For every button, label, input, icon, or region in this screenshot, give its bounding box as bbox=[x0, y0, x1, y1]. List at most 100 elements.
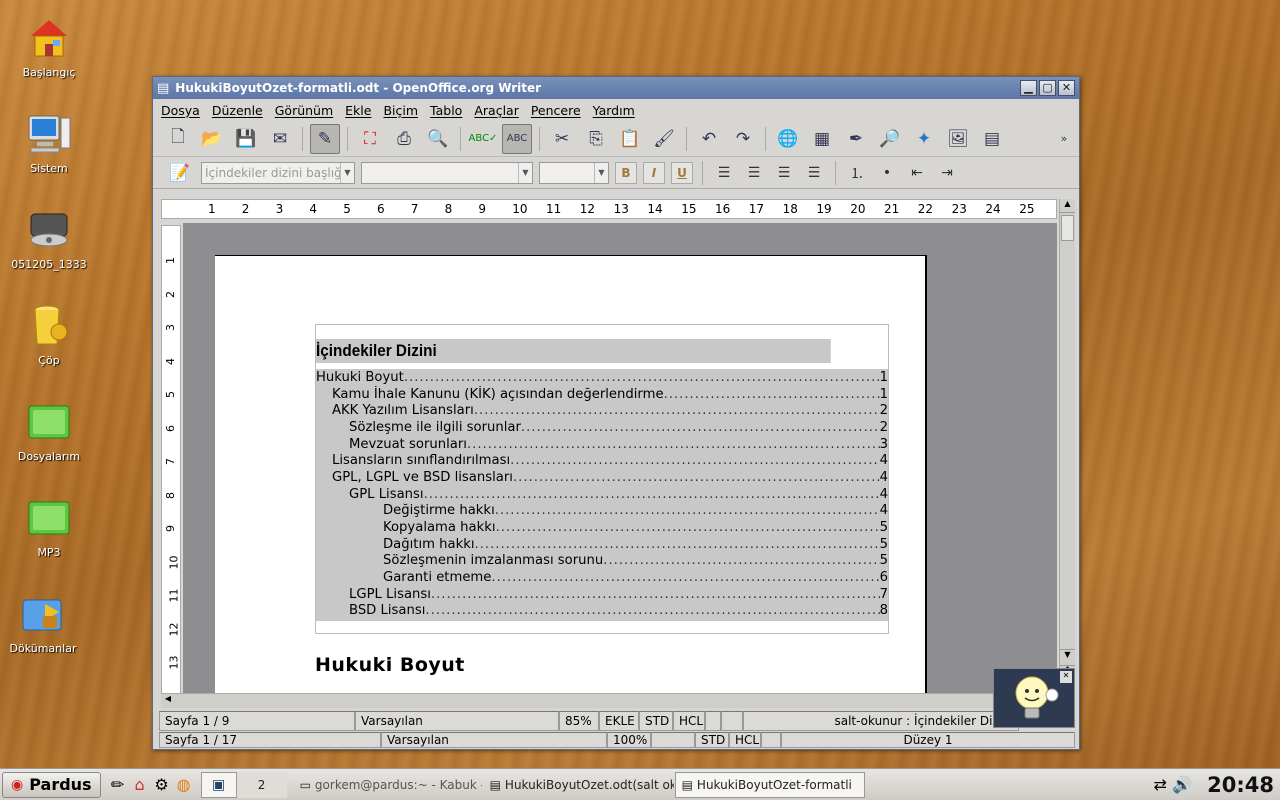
toc-entry[interactable]: Hukuki Boyut............................… bbox=[316, 369, 888, 386]
toc-entry[interactable]: Değiştirme hakkı........................… bbox=[316, 503, 888, 520]
align-left-icon[interactable]: ☰ bbox=[712, 162, 736, 184]
task-writer-readonly[interactable]: ▤ HukukiBoyutOzet.odt(salt oku bbox=[483, 772, 675, 798]
desktop-icon-documents[interactable]: Dökümanlar bbox=[0, 590, 92, 655]
toc-entry[interactable]: Mevzuat sorunları.......................… bbox=[316, 436, 888, 453]
status-hyperlink-mode[interactable]: HCL bbox=[673, 711, 705, 731]
document-page[interactable]: İçindekiler Dizini Hukuki Boyut.........… bbox=[215, 255, 927, 693]
toc-entry[interactable]: Kopyalama hakkı.........................… bbox=[316, 519, 888, 536]
desktop-icon-my-files[interactable]: Dosyalarım bbox=[0, 398, 98, 463]
scroll-down-icon[interactable]: ▼ bbox=[1060, 649, 1075, 663]
status-zoom[interactable]: 85% bbox=[559, 711, 599, 731]
increase-indent-icon[interactable]: ⇥ bbox=[935, 162, 959, 184]
toc-entry[interactable]: LGPL Lisansı............................… bbox=[316, 586, 888, 603]
paste-icon[interactable]: 📋 bbox=[615, 124, 645, 154]
menu-format[interactable]: Biçim bbox=[383, 103, 418, 118]
menu-file[interactable]: Dosya bbox=[161, 103, 200, 118]
paragraph-style-combo[interactable]: İçindekiler dizini başlığı ▼ bbox=[201, 161, 355, 184]
home-launcher-icon[interactable]: ⌂ bbox=[129, 774, 151, 796]
task-terminal[interactable]: ▭ gorkem@pardus:~ - Kabuk - K bbox=[293, 772, 483, 798]
underline-button[interactable]: U bbox=[671, 161, 693, 184]
toc-entry[interactable]: Kamu İhale Kanunu (KİK) açısından değerl… bbox=[316, 386, 888, 403]
toc-entry[interactable]: AKK Yazılım Lisansları..................… bbox=[316, 402, 888, 419]
print-icon[interactable]: ⎙ bbox=[389, 124, 419, 154]
toc-entry[interactable]: GPL, LGPL ve BSD lisansları ............… bbox=[316, 469, 888, 486]
cut-icon[interactable]: ✂ bbox=[547, 124, 577, 154]
bold-button[interactable]: B bbox=[615, 161, 637, 184]
window-titlebar[interactable]: ▤ HukukiBoyutOzet-formatli.odt - OpenOff… bbox=[153, 77, 1079, 99]
autospellcheck-icon[interactable]: ABC bbox=[502, 123, 532, 154]
toc-entry[interactable]: Garanti etmeme..........................… bbox=[316, 569, 888, 586]
vertical-ruler[interactable]: 1 2 3 4 5 6 7 8 9 10 11 12 13 bbox=[161, 225, 181, 695]
undo-icon[interactable]: ↶ bbox=[694, 124, 724, 154]
text-editor-launcher-icon[interactable]: ✏ bbox=[107, 774, 129, 796]
data-sources-icon[interactable]: ▤ bbox=[977, 124, 1007, 154]
italic-button[interactable]: I bbox=[643, 161, 665, 184]
font-name-combo[interactable]: ▼ bbox=[361, 161, 533, 184]
status-insert-mode[interactable]: EKLE bbox=[599, 711, 639, 731]
tools-launcher-icon[interactable]: ⚙ bbox=[151, 774, 173, 796]
gallery-icon[interactable]: 🖼 bbox=[943, 124, 973, 154]
vertical-scrollbar[interactable]: ▲ ▼ ⇞ bbox=[1059, 199, 1075, 695]
horizontal-ruler[interactable]: 1 2 3 4 5 6 7 8 9 10 11 12 13 14 15 16 17 18 19 20 21 22 23 24 2… bbox=[161, 199, 1057, 219]
network-tray-icon[interactable]: ⇄ bbox=[1149, 774, 1171, 796]
task-writer-active[interactable]: ▤ HukukiBoyutOzet-formatli bbox=[674, 771, 865, 798]
help-agent-panel[interactable]: ✕ bbox=[993, 668, 1075, 728]
edit-mode-icon[interactable]: ✎ bbox=[310, 123, 340, 154]
table-icon[interactable]: ▦ bbox=[807, 124, 837, 154]
scroll-left-icon[interactable]: ◀ bbox=[161, 694, 175, 708]
send-mail-icon[interactable]: ✉ bbox=[265, 124, 295, 154]
redo-icon[interactable]: ↷ bbox=[728, 124, 758, 154]
desktop-icon-trash[interactable]: Çöp bbox=[0, 302, 98, 367]
desktop-icon-system[interactable]: Sistem bbox=[0, 110, 98, 175]
navigator-icon[interactable]: ✦ bbox=[909, 124, 939, 154]
desktop-2-button[interactable]: 2 bbox=[236, 771, 287, 798]
status-page[interactable]: Sayfa 1 / 9 bbox=[159, 711, 355, 731]
font-size-combo[interactable]: ▼ bbox=[539, 161, 609, 184]
start-menu-button[interactable]: ◉ Pardus bbox=[2, 771, 101, 798]
desktop-icon-home[interactable]: Başlangıç bbox=[0, 14, 98, 79]
align-right-icon[interactable]: ☰ bbox=[772, 162, 796, 184]
document-canvas[interactable]: İçindekiler Dizini Hukuki Boyut.........… bbox=[183, 223, 1057, 693]
format-paintbrush-icon[interactable]: 🖌 bbox=[649, 124, 679, 154]
desktop-icon-mp3[interactable]: MP3 bbox=[0, 494, 98, 559]
toc-entry[interactable]: BSD Lisansı.............................… bbox=[316, 603, 888, 620]
status-style[interactable]: Varsayılan bbox=[355, 711, 559, 731]
menu-edit[interactable]: Düzenle bbox=[212, 103, 263, 118]
find-replace-icon[interactable]: 🔎 bbox=[875, 124, 905, 154]
desktop-icon-drive[interactable]: 051205_1333 bbox=[0, 206, 98, 271]
export-pdf-icon[interactable]: ⛶ bbox=[355, 124, 385, 154]
numbering-icon[interactable]: ⒈ bbox=[845, 162, 869, 184]
toolbar-overflow-icon[interactable]: » bbox=[1049, 124, 1079, 154]
bullets-icon[interactable]: • bbox=[875, 162, 899, 184]
maximize-button[interactable]: ▢ bbox=[1039, 80, 1056, 96]
table-of-contents[interactable]: İçindekiler Dizini Hukuki Boyut.........… bbox=[315, 324, 889, 635]
status-selection-mode[interactable]: STD bbox=[639, 711, 673, 731]
scroll-up-icon[interactable]: ▲ bbox=[1060, 199, 1075, 213]
open-folder-icon[interactable]: 📂 bbox=[197, 124, 227, 154]
toc-entry[interactable]: Dağıtım hakkı...........................… bbox=[316, 536, 888, 553]
print-preview-icon[interactable]: 🔍 bbox=[423, 124, 453, 154]
firefox-launcher-icon[interactable]: ◍ bbox=[173, 774, 195, 796]
menu-view[interactable]: Görünüm bbox=[275, 103, 333, 118]
draw-functions-icon[interactable]: ✒ bbox=[841, 124, 871, 154]
volume-icon[interactable]: 🔊 bbox=[1171, 774, 1193, 796]
menu-help[interactable]: Yardım bbox=[593, 103, 635, 118]
align-center-icon[interactable]: ☰ bbox=[742, 162, 766, 184]
minimize-button[interactable]: ▁ bbox=[1020, 80, 1037, 96]
scroll-thumb[interactable] bbox=[1061, 215, 1074, 241]
menu-window[interactable]: Pencere bbox=[531, 103, 581, 118]
decrease-indent-icon[interactable]: ⇤ bbox=[905, 162, 929, 184]
toc-entry[interactable]: Sözleşme ile ilgili sorunlar............… bbox=[316, 419, 888, 436]
justify-icon[interactable]: ☰ bbox=[802, 162, 826, 184]
styles-formatting-icon[interactable]: 📝 bbox=[165, 158, 195, 188]
save-icon[interactable]: 💾 bbox=[231, 124, 261, 154]
menu-tools[interactable]: Araçlar bbox=[474, 103, 519, 118]
toc-entry[interactable]: GPL Lisansı.............................… bbox=[316, 486, 888, 503]
desktop-1-button[interactable]: ▣ bbox=[200, 771, 237, 798]
toc-entry[interactable]: Lisansların sınıflandırılması...........… bbox=[316, 452, 888, 469]
hyperlink-icon[interactable]: 🌐 bbox=[773, 124, 803, 154]
menu-insert[interactable]: Ekle bbox=[345, 103, 371, 118]
copy-icon[interactable]: ⎘ bbox=[581, 124, 611, 154]
horizontal-scrollbar[interactable]: ◀ bbox=[161, 693, 1057, 708]
clock[interactable]: 20:48 bbox=[1207, 773, 1274, 797]
